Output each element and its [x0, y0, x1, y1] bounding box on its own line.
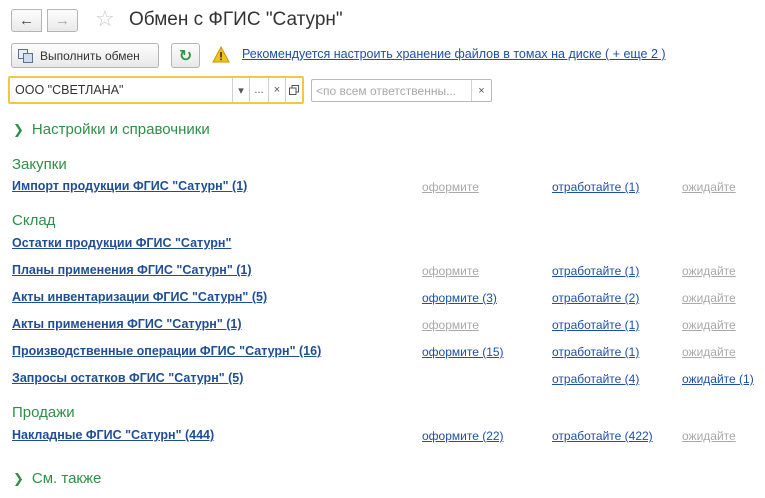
responsible-filter-field[interactable]: ×: [311, 79, 492, 102]
back-button[interactable]: ←: [11, 9, 42, 32]
row-waybills-status-c1[interactable]: оформите (22): [422, 429, 504, 443]
clear-organization-button[interactable]: ×: [268, 78, 285, 102]
see-also-group-label: См. также: [31, 470, 102, 487]
ellipsis-icon: ...: [254, 84, 264, 96]
see-also-group-toggle[interactable]: ❯ См. также: [13, 470, 101, 487]
row-usage-acts-status-c2[interactable]: отработайте (1): [552, 318, 639, 332]
row-link-stock[interactable]: Остатки продукции ФГИС "Сатурн": [12, 236, 231, 250]
row-production-ops-status-c3[interactable]: ожидайте: [682, 345, 736, 359]
row-production-ops-status-c2[interactable]: отработайте (1): [552, 345, 639, 359]
row-usage-plans-status-c1[interactable]: оформите: [422, 264, 479, 278]
row-inventory-acts-status-c1[interactable]: оформите (3): [422, 291, 497, 305]
row-import-status-c3[interactable]: ожидайте: [682, 180, 736, 194]
exchange-icon: [18, 48, 34, 63]
section-title-sales: Продажи: [12, 404, 75, 421]
row-link-stock-requests[interactable]: Запросы остатков ФГИС "Сатурн" (5): [12, 371, 243, 385]
organization-value: ООО "СВЕТЛАНА": [15, 83, 124, 97]
warning-icon: [212, 46, 230, 63]
clear-responsible-button[interactable]: ×: [471, 80, 491, 101]
row-link-production-ops[interactable]: Производственные операции ФГИС "Сатурн" …: [12, 344, 321, 358]
row-usage-acts-status-c3[interactable]: ожидайте: [682, 318, 736, 332]
chevron-right-icon: ❯: [13, 470, 24, 486]
chevron-right-icon: ❯: [13, 121, 24, 137]
row-usage-plans-status-c2[interactable]: отработайте (1): [552, 264, 639, 278]
dropdown-button[interactable]: ▾: [232, 78, 249, 102]
row-import-status-c2[interactable]: отработайте (1): [552, 180, 639, 194]
open-window-icon: [289, 85, 299, 95]
refresh-icon: ↻: [178, 47, 193, 65]
row-import-status-c1[interactable]: оформите: [422, 180, 479, 194]
section-title-warehouse: Склад: [12, 212, 56, 229]
row-usage-plans-status-c3[interactable]: ожидайте: [682, 264, 736, 278]
page-title: Обмен с ФГИС "Сатурн": [129, 9, 343, 30]
settings-group-toggle[interactable]: ❯ Настройки и справочники: [13, 121, 210, 138]
close-icon: ×: [273, 84, 281, 96]
storage-recommendation-link[interactable]: Рекомендуется настроить хранение файлов …: [242, 47, 666, 61]
settings-group-label: Настройки и справочники: [31, 121, 210, 138]
row-waybills-status-c2[interactable]: отработайте (422): [552, 429, 653, 443]
row-link-usage-plans[interactable]: Планы применения ФГИС "Сатурн" (1): [12, 263, 252, 277]
execute-exchange-button[interactable]: Выполнить обмен: [11, 43, 159, 68]
select-button[interactable]: ...: [249, 78, 268, 102]
row-link-inventory-acts[interactable]: Акты инвентаризации ФГИС "Сатурн" (5): [12, 290, 267, 304]
row-stock-requests-status-c3[interactable]: ожидайте (1): [682, 372, 754, 386]
row-inventory-acts-status-c2[interactable]: отработайте (2): [552, 291, 639, 305]
row-inventory-acts-status-c3[interactable]: ожидайте: [682, 291, 736, 305]
favorite-star-icon[interactable]: ☆: [95, 8, 115, 30]
row-waybills-status-c3[interactable]: ожидайте: [682, 429, 736, 443]
responsible-filter-input[interactable]: [312, 80, 471, 101]
row-production-ops-status-c1[interactable]: оформите (15): [422, 345, 504, 359]
arrow-left-icon: ←: [19, 12, 34, 29]
chevron-down-icon: ▾: [238, 84, 244, 97]
organization-field[interactable]: ООО "СВЕТЛАНА" ▾ ... ×: [8, 76, 304, 104]
close-icon: ×: [478, 84, 485, 97]
section-title-purchases: Закупки: [12, 156, 67, 173]
row-link-usage-acts[interactable]: Акты применения ФГИС "Сатурн" (1): [12, 317, 242, 331]
row-stock-requests-status-c2[interactable]: отработайте (4): [552, 372, 639, 386]
execute-exchange-label: Выполнить обмен: [40, 48, 140, 63]
arrow-right-icon: →: [55, 12, 70, 29]
refresh-button[interactable]: ↻: [171, 43, 200, 68]
forward-button[interactable]: →: [47, 9, 78, 32]
open-organization-button[interactable]: [285, 78, 302, 102]
row-link-import[interactable]: Импорт продукции ФГИС "Сатурн" (1): [12, 179, 247, 193]
row-link-waybills[interactable]: Накладные ФГИС "Сатурн" (444): [12, 428, 214, 442]
row-usage-acts-status-c1[interactable]: оформите: [422, 318, 479, 332]
